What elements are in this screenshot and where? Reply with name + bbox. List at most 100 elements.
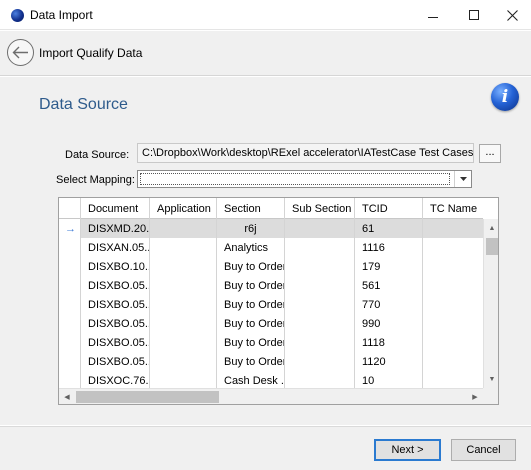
row-header[interactable] [59, 314, 81, 334]
mapping-dropdown[interactable] [137, 170, 472, 188]
cell-application[interactable] [150, 314, 217, 334]
scroll-right-icon[interactable]: ▶ [467, 389, 483, 404]
cell-document[interactable]: DISXBO.10... [81, 257, 150, 277]
table-row[interactable]: DISXBO.05... Buy to Order 1118 [59, 333, 483, 353]
column-header-application[interactable]: Application [150, 198, 217, 219]
cell-tc-name[interactable] [423, 238, 483, 258]
cell-tcid[interactable]: 179 [355, 257, 423, 277]
maximize-button[interactable] [459, 4, 489, 26]
horizontal-scroll-thumb[interactable] [76, 391, 219, 403]
cell-sub-section[interactable] [285, 352, 355, 372]
cell-application[interactable] [150, 219, 217, 239]
vertical-scrollbar[interactable]: ▲ ▼ [483, 219, 498, 388]
cell-tcid[interactable]: 561 [355, 276, 423, 296]
scroll-down-icon[interactable]: ▼ [484, 372, 498, 386]
section-title: Data Source [39, 96, 128, 113]
cell-application[interactable] [150, 295, 217, 315]
table-row[interactable]: DISXAN.05... Analytics 1116 [59, 238, 483, 258]
cell-section[interactable]: Analytics [217, 238, 285, 258]
cell-sub-section[interactable] [285, 276, 355, 296]
cell-section[interactable]: Buy to Order [217, 352, 285, 372]
vertical-scroll-thumb[interactable] [486, 238, 498, 255]
cell-tc-name[interactable] [423, 314, 483, 334]
cell-tcid[interactable]: 1120 [355, 352, 423, 372]
table-row[interactable]: DISXBO.05... Buy to Order 1120 [59, 352, 483, 372]
column-header-tcid[interactable]: TCID [355, 198, 423, 219]
cell-section[interactable]: Buy to Order [217, 276, 285, 296]
cell-sub-section[interactable] [285, 219, 355, 239]
row-header[interactable] [59, 295, 81, 315]
cell-tcid[interactable]: 770 [355, 295, 423, 315]
cell-section[interactable]: Buy to Order [217, 333, 285, 353]
cell-application[interactable] [150, 276, 217, 296]
minimize-icon [428, 16, 438, 18]
cell-tcid[interactable]: 1116 [355, 238, 423, 258]
cell-document[interactable]: DISXBO.05... [81, 352, 150, 372]
browse-button[interactable]: ... [479, 144, 501, 163]
cell-sub-section[interactable] [285, 238, 355, 258]
table-row[interactable]: → DISXMD.20... r6j 61 [59, 219, 483, 239]
cell-tc-name[interactable] [423, 219, 483, 239]
cell-document[interactable]: DISXBO.05... [81, 314, 150, 334]
row-header[interactable] [59, 276, 81, 296]
column-header-document[interactable]: Document [81, 198, 150, 219]
cell-application[interactable] [150, 257, 217, 277]
column-header-section[interactable]: Section [217, 198, 285, 219]
cell-tcid[interactable]: 61 [355, 219, 423, 239]
cell-tcid[interactable]: 990 [355, 314, 423, 334]
cell-application[interactable] [150, 352, 217, 372]
close-icon [506, 9, 518, 21]
current-row-arrow-icon[interactable]: → [59, 219, 81, 239]
row-header[interactable] [59, 352, 81, 372]
table-row[interactable]: DISXBO.05... Buy to Order 990 [59, 314, 483, 334]
cell-sub-section[interactable] [285, 295, 355, 315]
cell-document[interactable]: DISXAN.05... [81, 238, 150, 258]
scroll-left-icon[interactable]: ◀ [59, 389, 75, 404]
cell-sub-section[interactable] [285, 257, 355, 277]
cell-sub-section[interactable] [285, 333, 355, 353]
footer-bar: Next > Cancel [0, 426, 531, 470]
close-button[interactable] [497, 4, 527, 26]
cell-document[interactable]: DISXBO.05... [81, 333, 150, 353]
maximize-icon [469, 10, 479, 20]
cell-document[interactable]: DISXBO.05... [81, 276, 150, 296]
scroll-up-icon[interactable]: ▲ [484, 221, 498, 235]
table-row[interactable]: DISXBO.10... Buy to Order 179 [59, 257, 483, 277]
cell-application[interactable] [150, 333, 217, 353]
cell-tc-name[interactable] [423, 276, 483, 296]
cell-application[interactable] [150, 238, 217, 258]
cell-document[interactable]: DISXBO.05... [81, 295, 150, 315]
cell-tc-name[interactable] [423, 295, 483, 315]
main-content: Data Source i Data Source: C:\Dropbox\Wo… [0, 77, 531, 425]
row-header[interactable] [59, 333, 81, 353]
data-source-field[interactable]: C:\Dropbox\Work\desktop\RExel accelerato… [137, 143, 474, 163]
cell-document[interactable]: DISXMD.20... [81, 219, 150, 239]
next-button[interactable]: Next > [374, 439, 441, 461]
cell-section[interactable]: Buy to Order [217, 295, 285, 315]
row-header[interactable] [59, 238, 81, 258]
back-button[interactable] [7, 39, 34, 66]
table-row[interactable]: DISXBO.05... Buy to Order 770 [59, 295, 483, 315]
table-row[interactable]: DISXBO.05... Buy to Order 561 [59, 276, 483, 296]
grid-header: Document Application Section Sub Section… [59, 198, 483, 219]
row-header[interactable] [59, 257, 81, 277]
info-icon[interactable]: i [491, 83, 519, 111]
chevron-down-icon [459, 177, 467, 181]
row-header-corner [59, 198, 81, 219]
nav-bar: Import Qualify Data [0, 31, 531, 76]
cell-tc-name[interactable] [423, 352, 483, 372]
cell-section[interactable]: Buy to Order [217, 257, 285, 277]
column-header-tc-name[interactable]: TC Name [423, 198, 483, 219]
cell-tc-name[interactable] [423, 257, 483, 277]
window-title: Data Import [30, 8, 93, 22]
cell-sub-section[interactable] [285, 314, 355, 334]
minimize-button[interactable] [418, 4, 448, 26]
cell-tc-name[interactable] [423, 333, 483, 353]
cell-section[interactable]: r6j [217, 219, 285, 239]
cancel-button[interactable]: Cancel [451, 439, 516, 461]
cell-section[interactable]: Buy to Order [217, 314, 285, 334]
horizontal-scrollbar[interactable]: ◀ ▶ [59, 388, 483, 404]
column-header-sub-section[interactable]: Sub Section [285, 198, 355, 219]
cell-tcid[interactable]: 1118 [355, 333, 423, 353]
dropdown-arrow-button[interactable] [454, 171, 471, 187]
